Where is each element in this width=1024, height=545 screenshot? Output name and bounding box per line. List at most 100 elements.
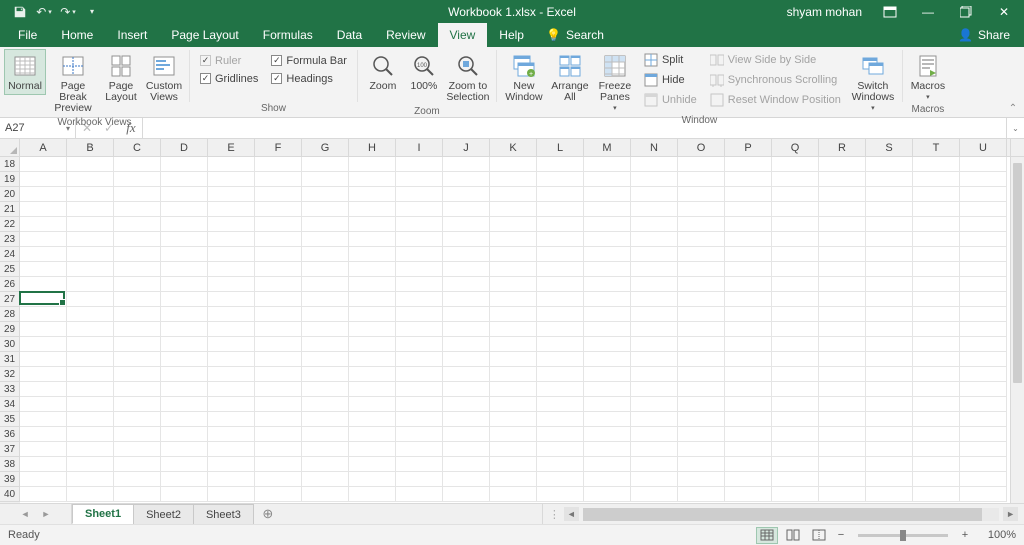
cell[interactable]: [349, 187, 396, 202]
name-box[interactable]: A27 ▾: [0, 118, 76, 138]
cell[interactable]: [678, 352, 725, 367]
cell[interactable]: [396, 307, 443, 322]
cell[interactable]: [537, 472, 584, 487]
cell[interactable]: [490, 247, 537, 262]
cell[interactable]: [772, 337, 819, 352]
cell[interactable]: [490, 367, 537, 382]
cell[interactable]: [114, 427, 161, 442]
cell[interactable]: [725, 442, 772, 457]
cell[interactable]: [631, 247, 678, 262]
cell[interactable]: [349, 367, 396, 382]
cell[interactable]: [631, 487, 678, 502]
new-sheet-button[interactable]: ⊕: [253, 504, 283, 524]
cell[interactable]: [490, 412, 537, 427]
cell[interactable]: [960, 172, 1007, 187]
cell[interactable]: [208, 472, 255, 487]
cell[interactable]: [255, 427, 302, 442]
cell[interactable]: [349, 337, 396, 352]
cell[interactable]: [67, 457, 114, 472]
cell[interactable]: [631, 427, 678, 442]
cell[interactable]: [255, 157, 302, 172]
cell[interactable]: [302, 352, 349, 367]
cell[interactable]: [302, 457, 349, 472]
cell[interactable]: [678, 217, 725, 232]
cell[interactable]: [161, 457, 208, 472]
cell[interactable]: [114, 262, 161, 277]
cell[interactable]: [67, 172, 114, 187]
cell[interactable]: [537, 427, 584, 442]
cell[interactable]: [866, 292, 913, 307]
cell[interactable]: [819, 277, 866, 292]
cell[interactable]: [208, 337, 255, 352]
cell[interactable]: [161, 157, 208, 172]
cell[interactable]: [114, 292, 161, 307]
cell[interactable]: [349, 262, 396, 277]
zoom-slider[interactable]: [858, 534, 948, 537]
row-header[interactable]: 20: [0, 187, 20, 202]
cell[interactable]: [20, 217, 67, 232]
cell[interactable]: [114, 367, 161, 382]
cell[interactable]: [631, 307, 678, 322]
cell[interactable]: [114, 442, 161, 457]
column-header[interactable]: Q: [772, 139, 819, 156]
cell[interactable]: [255, 367, 302, 382]
cell[interactable]: [772, 292, 819, 307]
column-header[interactable]: D: [161, 139, 208, 156]
cell[interactable]: [490, 262, 537, 277]
cell[interactable]: [255, 202, 302, 217]
cell[interactable]: [537, 217, 584, 232]
cell[interactable]: [443, 442, 490, 457]
cell[interactable]: [161, 187, 208, 202]
cell[interactable]: [114, 202, 161, 217]
cell[interactable]: [913, 292, 960, 307]
cell[interactable]: [913, 157, 960, 172]
cell[interactable]: [866, 337, 913, 352]
cell[interactable]: [725, 367, 772, 382]
cell[interactable]: [302, 487, 349, 502]
cell[interactable]: [866, 382, 913, 397]
cell[interactable]: [537, 352, 584, 367]
cell[interactable]: [631, 352, 678, 367]
cell[interactable]: [584, 157, 631, 172]
cell[interactable]: [208, 412, 255, 427]
page-layout-statusbar-icon[interactable]: [782, 527, 804, 544]
cell[interactable]: [208, 247, 255, 262]
column-header[interactable]: U: [960, 139, 1007, 156]
cell[interactable]: [255, 442, 302, 457]
cell[interactable]: [161, 232, 208, 247]
cell[interactable]: [208, 232, 255, 247]
cell[interactable]: [819, 412, 866, 427]
cell[interactable]: [584, 412, 631, 427]
cell[interactable]: [631, 412, 678, 427]
column-header[interactable]: R: [819, 139, 866, 156]
vertical-scroll-thumb[interactable]: [1013, 163, 1022, 383]
cell[interactable]: [819, 397, 866, 412]
cell[interactable]: [396, 277, 443, 292]
cell[interactable]: [208, 202, 255, 217]
cell[interactable]: [866, 397, 913, 412]
cell[interactable]: [960, 187, 1007, 202]
zoom-in-button[interactable]: +: [958, 529, 972, 541]
cell[interactable]: [725, 307, 772, 322]
cell[interactable]: [443, 457, 490, 472]
cell[interactable]: [819, 172, 866, 187]
cell[interactable]: [67, 322, 114, 337]
name-box-dropdown-icon[interactable]: ▾: [66, 124, 70, 133]
cell[interactable]: [631, 337, 678, 352]
cell[interactable]: [20, 202, 67, 217]
cell[interactable]: [960, 202, 1007, 217]
column-header[interactable]: B: [67, 139, 114, 156]
row-header[interactable]: 22: [0, 217, 20, 232]
cell[interactable]: [114, 457, 161, 472]
column-header[interactable]: K: [490, 139, 537, 156]
cell[interactable]: [443, 382, 490, 397]
cell[interactable]: [584, 202, 631, 217]
row-header[interactable]: 24: [0, 247, 20, 262]
cell[interactable]: [772, 307, 819, 322]
cell[interactable]: [960, 337, 1007, 352]
cell[interactable]: [114, 232, 161, 247]
cell[interactable]: [161, 382, 208, 397]
cell[interactable]: [490, 292, 537, 307]
cell[interactable]: [584, 337, 631, 352]
switch-windows-button[interactable]: Switch Windows ▾: [848, 49, 898, 115]
